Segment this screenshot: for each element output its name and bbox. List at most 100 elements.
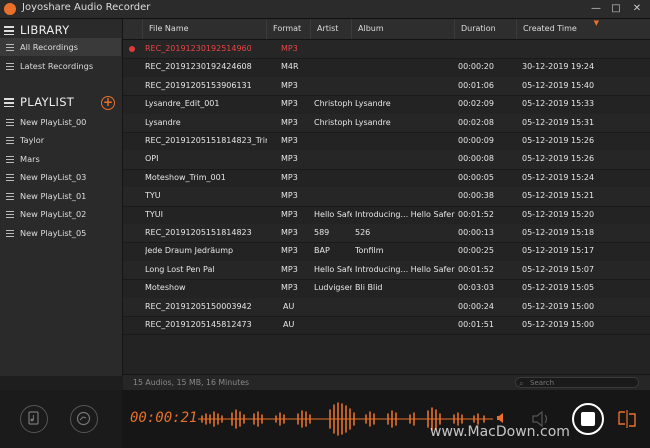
- cell-artist: Christophe: [314, 117, 352, 127]
- app-logo-icon: [4, 3, 16, 15]
- sidebar-item-label: New PlayList_03: [20, 172, 87, 182]
- table-row[interactable]: REC_20191205151814823_Trim_ MP3 00:00:09…: [123, 132, 650, 152]
- cell-created: 05-12-2019 15:20: [522, 209, 595, 219]
- cell-created: 05-12-2019 15:31: [522, 117, 595, 127]
- sidebar-item-latest-recordings[interactable]: Latest Recordings: [0, 57, 121, 75]
- table-row[interactable]: Moteshow MP3 Ludvigsen Bli Blid 00:03:03…: [123, 279, 650, 299]
- list-icon: [6, 174, 14, 181]
- sidebar-item-playlist[interactable]: New PlayList_05: [0, 224, 121, 242]
- add-playlist-button[interactable]: +: [101, 96, 115, 110]
- cell-file-name: REC_20191205150003942: [145, 301, 252, 311]
- stop-button[interactable]: [572, 403, 604, 435]
- cell-format: MP3: [281, 283, 298, 293]
- header-artist[interactable]: Artist: [311, 19, 352, 39]
- status-bar: 15 Audios, 15 MB, 16 Minutes ⌕ Search: [123, 374, 650, 391]
- playlist-menu-icon: [4, 98, 14, 107]
- table-row[interactable]: Jede Draum Jedräump MP3 BAP Tonfilm 00:0…: [123, 242, 650, 262]
- watermark: www.MacDown.com: [430, 424, 570, 440]
- cell-duration: 00:00:05: [458, 172, 494, 182]
- trim-icon[interactable]: [617, 410, 637, 428]
- player-left-panel: [0, 390, 122, 448]
- table-row[interactable]: TYU MP3 00:00:38 05-12-2019 15:21: [123, 187, 650, 207]
- cell-format: AU: [283, 301, 295, 311]
- minimize-button[interactable]: —: [587, 1, 605, 17]
- cell-album: Bli Blid: [355, 283, 383, 293]
- cell-created: 05-12-2019 15:00: [522, 301, 595, 311]
- cell-duration: 00:01:52: [458, 209, 494, 219]
- sidebar-item-playlist[interactable]: New PlayList_01: [0, 187, 121, 205]
- cell-created: 05-12-2019 15:07: [522, 264, 595, 274]
- disc-icon: [76, 411, 91, 426]
- sidebar-item-playlist[interactable]: New PlayList_00: [0, 113, 121, 131]
- list-icon: [6, 137, 14, 144]
- table-row[interactable]: Long Lost Pen Pal MP3 Hello Safe Introdu…: [123, 260, 650, 281]
- cell-file-name: Lysandre: [145, 117, 181, 127]
- recordings-table: File Name Format Artist Album Duration C…: [123, 19, 650, 376]
- header-album[interactable]: Album: [352, 19, 455, 39]
- cell-artist: Hello Safe: [314, 209, 352, 219]
- volume-icon[interactable]: [496, 412, 506, 424]
- cell-file-name: REC_20191230192424608: [145, 62, 252, 72]
- close-button[interactable]: ✕: [628, 1, 646, 17]
- table-row[interactable]: Lysandre_Edit_001 MP3 Christophe Lysandr…: [123, 95, 650, 115]
- media-info-button[interactable]: [70, 405, 98, 433]
- table-row[interactable]: OPI MP3 00:00:08 05-12-2019 15:26: [123, 150, 650, 170]
- cell-file-name: Moteshow_Trim_001: [145, 172, 226, 182]
- table-row[interactable]: REC_20191230192424608 M4R 00:00:20 30-12…: [123, 58, 650, 78]
- table-row[interactable]: Lysandre MP3 Christophe Lysandre 00:02:0…: [123, 113, 650, 133]
- header-duration[interactable]: Duration: [455, 19, 517, 39]
- cell-format: MP3: [281, 191, 298, 201]
- sidebar-item-playlist[interactable]: New PlayList_03: [0, 168, 121, 186]
- cell-created: 05-12-2019 15:24: [522, 172, 595, 182]
- table-row[interactable]: Moteshow_Trim_001 MP3 00:00:05 05-12-201…: [123, 169, 650, 189]
- sidebar-item-playlist[interactable]: Mars: [0, 150, 121, 168]
- cell-format: MP3: [281, 172, 298, 182]
- table-row[interactable]: REC_20191230192514960 MP3: [123, 40, 650, 60]
- cell-file-name: Long Lost Pen Pal: [145, 264, 215, 274]
- table-row[interactable]: TYUI MP3 Hello Safe Introducing... Hello…: [123, 206, 650, 225]
- cell-created: 05-12-2019 15:21: [522, 191, 595, 201]
- sidebar-item-playlist[interactable]: Taylor: [0, 131, 121, 149]
- sidebar-item-label: All Recordings: [20, 42, 78, 52]
- elapsed-time: 00:00:21: [130, 410, 198, 426]
- list-icon: [6, 44, 14, 51]
- cell-artist: 589: [314, 228, 330, 237]
- cell-file-name: Jede Draum Jedräump: [145, 246, 234, 256]
- table-row[interactable]: REC_20191205145812473 AU 00:01:51 05-12-…: [123, 316, 650, 336]
- cell-artist: Ludvigsen: [314, 283, 352, 293]
- sidebar-item-label: New PlayList_01: [20, 191, 87, 201]
- table-row[interactable]: REC_20191205153906131 MP3 00:01:06 05-12…: [123, 76, 650, 97]
- header-file-name[interactable]: File Name: [143, 19, 267, 39]
- cell-duration: 00:00:08: [458, 154, 494, 164]
- list-icon: [6, 156, 14, 163]
- cell-album: Lysandre: [355, 117, 391, 127]
- list-icon: [6, 193, 14, 200]
- table-body: REC_20191230192514960 MP3 REC_2019123019…: [123, 40, 650, 340]
- sidebar-item-playlist[interactable]: New PlayList_02: [0, 205, 121, 223]
- list-icon: [6, 211, 14, 218]
- table-row[interactable]: REC_20191205151814823 MP3 589 526 00:00:…: [123, 224, 650, 244]
- cell-duration: 00:00:24: [458, 301, 494, 311]
- recording-indicator-icon: [129, 46, 135, 52]
- cell-format: MP3: [281, 246, 298, 256]
- sidebar-item-label: Taylor: [20, 135, 45, 145]
- maximize-button[interactable]: □: [607, 1, 625, 17]
- sort-down-icon[interactable]: ▼: [594, 19, 599, 27]
- audio-file-button[interactable]: [20, 405, 48, 433]
- header-created-time[interactable]: Created Time: [517, 19, 600, 39]
- stop-icon: [581, 412, 595, 426]
- sidebar-item-label: Latest Recordings: [20, 61, 94, 71]
- search-input[interactable]: ⌕ Search: [515, 377, 639, 388]
- list-icon: [6, 230, 14, 237]
- cell-album: Tonfilm: [355, 246, 384, 256]
- cell-artist: BAP: [314, 246, 330, 256]
- cell-created: 05-12-2019 15:18: [522, 228, 595, 237]
- library-summary: 15 Audios, 15 MB, 16 Minutes: [133, 378, 250, 387]
- table-row[interactable]: REC_20191205150003942 AU 00:00:24 05-12-…: [123, 297, 650, 317]
- header-format[interactable]: Format: [267, 19, 311, 39]
- sidebar-item-all-recordings[interactable]: All Recordings: [0, 38, 121, 56]
- library-menu-icon: [4, 26, 14, 35]
- list-icon: [6, 119, 14, 126]
- cell-file-name: Lysandre_Edit_001: [145, 99, 220, 109]
- cell-duration: 00:01:06: [458, 80, 494, 90]
